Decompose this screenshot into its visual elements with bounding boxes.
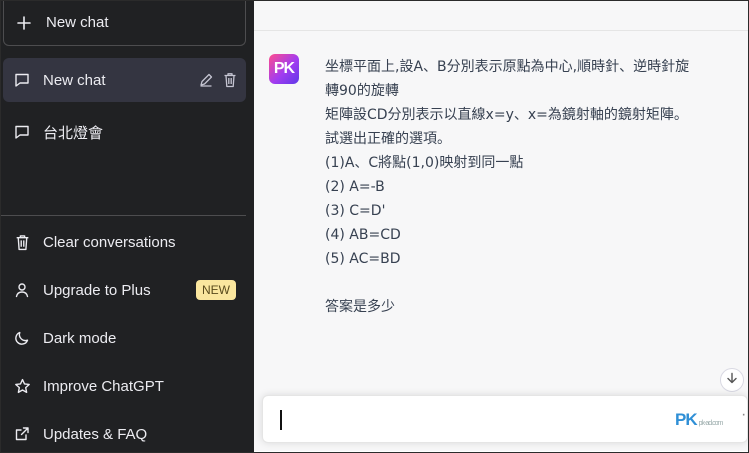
- trash-icon[interactable]: [222, 71, 238, 89]
- message-line: 答案是多少: [325, 299, 395, 315]
- message-line: 坐標平面上,設A、B分別表示原點為中心,順時針、逆時針旋: [325, 59, 690, 75]
- message-line: 試選出正確的選項。: [325, 131, 451, 147]
- updates-faq-link[interactable]: Updates & FAQ: [3, 412, 246, 452]
- pk-watermark: PK pk-ad.com: [675, 410, 723, 429]
- chat-main: PK 坐標平面上,設A、B分別表示原點為中心,順時針、逆時針旋 轉90的旋轉矩陣設…: [254, 1, 748, 452]
- conversation-label: New chat: [43, 71, 106, 89]
- user-message: PK 坐標平面上,設A、B分別表示原點為中心,順時針、逆時針旋 轉90的旋轉矩陣設…: [254, 31, 748, 451]
- trash-icon: [13, 233, 31, 251]
- message-line: (4) AB=CD: [325, 227, 401, 243]
- more-options-icon[interactable]: ···: [741, 406, 748, 424]
- message-line: 轉90的旋轉: [325, 83, 399, 99]
- message-line: (3) C=D': [325, 203, 386, 219]
- arrow-down-icon: [726, 371, 738, 389]
- message-line: [325, 271, 745, 295]
- conversation-label: 台北燈會: [43, 124, 104, 142]
- sidebar-divider: [1, 215, 246, 216]
- user-icon: [13, 281, 31, 299]
- message-icon: [13, 71, 31, 89]
- conversation-item-new-chat[interactable]: New chat: [3, 58, 246, 102]
- message-line: (5) AC=BD: [325, 251, 401, 267]
- app-window: New chat New chat 台北燈會 Clear conversatio…: [0, 0, 749, 453]
- previous-message-strip: [254, 1, 748, 31]
- improve-label: Improve ChatGPT: [43, 377, 164, 395]
- conversation-item-lantern-festival[interactable]: 台北燈會: [3, 110, 246, 154]
- plus-icon: [16, 15, 32, 31]
- message-line: (2) A=-B: [325, 179, 385, 195]
- user-avatar: PK: [269, 54, 299, 84]
- star-icon: [13, 377, 31, 395]
- new-chat-label: New chat: [46, 14, 109, 31]
- new-badge: NEW: [196, 280, 236, 300]
- updates-faq-label: Updates & FAQ: [43, 425, 148, 443]
- pencil-icon[interactable]: [198, 71, 214, 89]
- clear-conversations-label: Clear conversations: [43, 233, 176, 251]
- external-link-icon: [13, 425, 31, 443]
- conversation-actions: [198, 71, 238, 89]
- clear-conversations-button[interactable]: Clear conversations: [3, 220, 246, 264]
- text-caret: [280, 410, 282, 430]
- message-icon: [13, 123, 31, 141]
- upgrade-label: Upgrade to Plus: [43, 281, 151, 299]
- dark-mode-button[interactable]: Dark mode: [3, 316, 246, 360]
- new-chat-button[interactable]: New chat: [3, 1, 246, 46]
- improve-chatgpt-button[interactable]: Improve ChatGPT: [3, 364, 246, 408]
- message-text: 坐標平面上,設A、B分別表示原點為中心,順時針、逆時針旋 轉90的旋轉矩陣設CD分…: [325, 55, 745, 319]
- message-input[interactable]: PKpk-ad.com ···: [262, 395, 748, 443]
- dark-mode-label: Dark mode: [43, 329, 117, 347]
- message-line: (1)A、C將點(1,0)映射到同一點: [325, 155, 524, 171]
- sidebar: New chat New chat 台北燈會 Clear conversatio…: [1, 1, 254, 452]
- scroll-to-bottom-button[interactable]: [720, 368, 744, 392]
- message-line: 矩陣設CD分別表示以直線x=y、x=為鏡射軸的鏡射矩陣。: [325, 107, 688, 123]
- upgrade-to-plus-button[interactable]: Upgrade to Plus NEW: [3, 268, 246, 312]
- moon-icon: [13, 329, 31, 347]
